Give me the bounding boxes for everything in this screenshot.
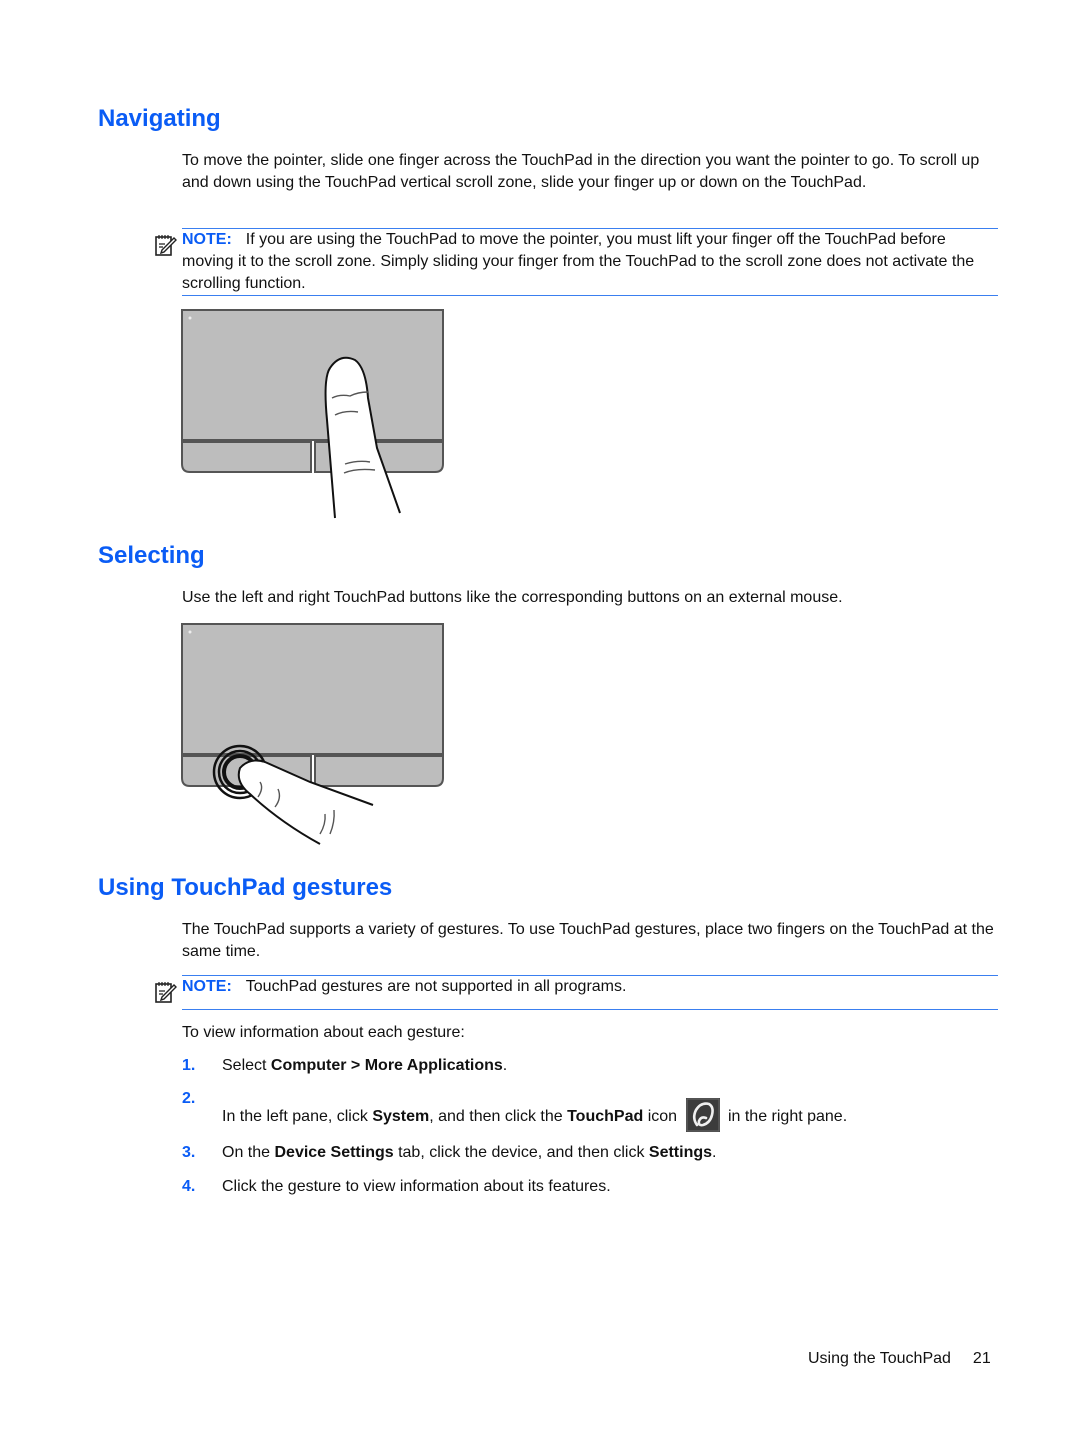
page-number: 21: [972, 1350, 991, 1367]
step-number: 2.: [182, 1090, 196, 1107]
touchpad-one-finger-slide-illustration: [181, 309, 444, 519]
note-text: If you are using the TouchPad to move th…: [182, 231, 975, 292]
step-run: .: [712, 1144, 717, 1161]
step-run: Select: [222, 1057, 271, 1074]
step-emphasis: Device Settings: [274, 1144, 394, 1161]
touchpad-surface: [181, 623, 444, 755]
step-run: icon: [643, 1108, 678, 1126]
step-emphasis: System: [372, 1108, 430, 1126]
note-pencil-icon: [155, 235, 177, 256]
touchpad-app-icon: [685, 1098, 720, 1132]
step-text: Select Computer > More Applications.: [222, 1057, 507, 1075]
step-run: tab, click the device, and then click: [393, 1144, 649, 1161]
touchpad-left-button-press-illustration: [181, 623, 444, 845]
touchpad-surface: [181, 309, 444, 441]
step-text-main: In the left pane, click System, and then…: [222, 1108, 677, 1125]
note-text: TouchPad gestures are not supported in a…: [245, 978, 627, 995]
step-run: , and then click the: [429, 1108, 568, 1126]
gestures-intro: To view information about each gesture:: [182, 1024, 465, 1041]
step-text: Click the gesture to view information ab…: [222, 1178, 611, 1196]
step-emphasis: Computer > More Applications: [270, 1057, 503, 1074]
step-text: On the Device Settings tab, click the de…: [222, 1144, 716, 1162]
step-emphasis: Settings: [648, 1144, 713, 1161]
note-gestures: NOTE: TouchPad gestures are not supported…: [155, 975, 998, 1010]
touchpad-indicator-light: [188, 316, 192, 320]
step-text: In the left pane, click System, and then…: [222, 1098, 848, 1134]
page-footer: Using the TouchPad 21: [808, 1350, 991, 1368]
selecting-body: Use the left and right TouchPad buttons …: [182, 589, 843, 606]
heading-gestures: Using TouchPad gestures: [98, 874, 393, 901]
step-run: On the: [222, 1144, 275, 1161]
navigating-body: To move the pointer, slide one finger ac…: [182, 152, 980, 191]
note-navigating: NOTE: If you are using the TouchPad to mo…: [155, 228, 998, 296]
step-run: In the left pane, click: [222, 1108, 373, 1126]
footer-chapter-title: Using the TouchPad: [808, 1350, 951, 1367]
step-emphasis: TouchPad: [567, 1108, 644, 1126]
step-run: Click the gesture to view information ab…: [222, 1178, 611, 1195]
note-label: NOTE:: [182, 231, 232, 248]
note-label: NOTE:: [182, 978, 232, 995]
step-number: 1.: [182, 1057, 196, 1074]
touchpad-right-button: [314, 755, 444, 787]
step-text-after-icon: in the right pane.: [727, 1108, 848, 1126]
touchpad-indicator-light: [188, 630, 192, 634]
touchpad-left-button: [181, 441, 312, 473]
step-run: .: [502, 1057, 508, 1074]
heading-selecting: Selecting: [98, 542, 205, 569]
heading-navigating: Navigating: [98, 105, 221, 132]
note-pencil-icon: [155, 982, 177, 1003]
step-number: 3.: [182, 1144, 196, 1161]
step-number: 4.: [182, 1178, 196, 1195]
gestures-body: The TouchPad supports a variety of gestu…: [182, 921, 994, 960]
